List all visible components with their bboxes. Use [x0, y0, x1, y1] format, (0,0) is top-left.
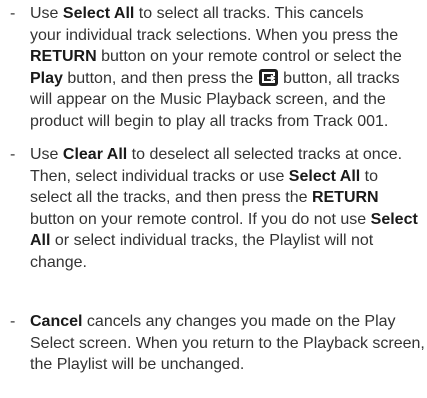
text-line: All or select individual tracks, the Pla…: [30, 232, 374, 250]
enter-button-icon: [258, 68, 278, 86]
text-line: Use Select All to select all tracks. Thi…: [30, 5, 364, 22]
text-line: Cancel cancels any changes you made on t…: [30, 313, 396, 330]
term-play: Play: [30, 69, 63, 87]
term-clear-all: Clear All: [62, 146, 128, 163]
term-select-all: Select All: [62, 5, 135, 22]
bullet-dash: -: [10, 146, 16, 163]
text-line: Play button, and then press the button, …: [30, 68, 400, 87]
text-line: the Playlist will be unchanged.: [30, 356, 245, 374]
term-return: RETURN: [311, 189, 379, 207]
text-line: Then, select individual tracks or use Se…: [30, 167, 379, 185]
text-line: Use Clear All to deselect all selected t…: [30, 146, 403, 163]
text-line: your individual track selections. When y…: [30, 26, 399, 44]
paragraph-clear-all: Use Clear All to deselect all selected t…: [30, 144, 422, 274]
paragraph-select-all: Use Select All to select all tracks. Thi…: [30, 3, 422, 133]
instruction-document: - Use Select All to select all tracks. T…: [0, 0, 427, 398]
text-line: RETURN button on your remote control or …: [30, 48, 402, 66]
term-all: All: [30, 232, 51, 250]
bullet-dash: -: [10, 5, 16, 22]
term-return: RETURN: [30, 48, 97, 66]
text-line: Select screen. When you return to the Pl…: [30, 334, 425, 352]
text-line: product will begin to play all tracks fr…: [30, 112, 389, 130]
paragraph-cancel: Cancel cancels any changes you made on t…: [30, 311, 425, 376]
text-line: select all the tracks, and then press th…: [30, 189, 379, 207]
term-select: Select: [370, 210, 418, 228]
bullet-dash: -: [10, 313, 16, 330]
text-line: will appear on the Music Playback screen…: [30, 91, 386, 109]
text-line: change.: [30, 253, 87, 271]
term-select-all: Select All: [288, 167, 361, 185]
text-line: button on your remote control. If you do…: [30, 210, 418, 228]
term-cancel: Cancel: [30, 313, 83, 330]
